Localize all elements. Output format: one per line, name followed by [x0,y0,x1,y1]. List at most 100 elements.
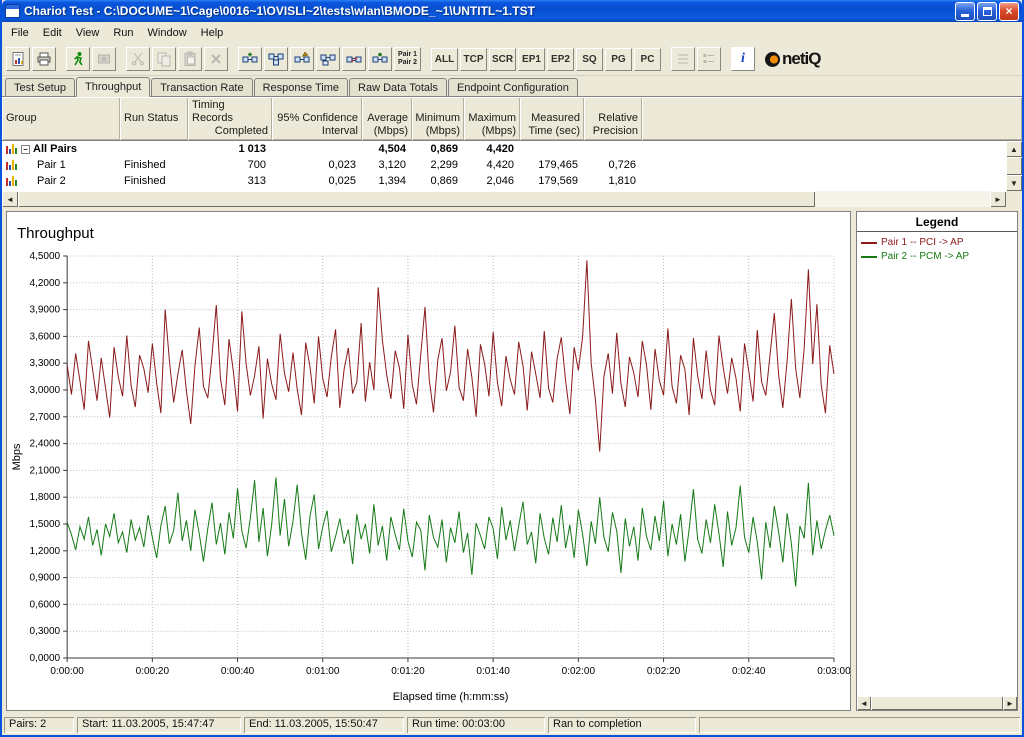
maximum-cell: 4,420 [464,157,520,173]
menu-view[interactable]: View [69,24,107,42]
pair-numbers-button[interactable]: Pair 1 Pair 2 [394,47,421,71]
paste-button[interactable] [178,47,202,71]
scroll-left-icon[interactable]: ◄ [857,696,871,710]
copy-button[interactable] [152,47,176,71]
cut-button[interactable] [126,47,150,71]
tab-raw-data-totals[interactable]: Raw Data Totals [349,78,447,96]
swap-endpoints-button[interactable] [342,47,366,71]
close-icon: × [1005,4,1012,18]
scrollbar-thumb[interactable] [18,191,815,207]
title-bar[interactable]: Chariot Test - C:\DOCUME~1\Cage\0016~1\O… [2,0,1022,22]
table-row-pair-1[interactable]: Pair 1 Finished 700 0,023 3,120 2,299 4,… [2,157,1022,173]
svg-text:0,3000: 0,3000 [29,626,60,637]
svg-text:3,9000: 3,9000 [29,305,60,316]
svg-text:1,2000: 1,2000 [29,546,60,557]
tab-endpoint-configuration[interactable]: Endpoint Configuration [448,78,578,96]
menu-edit[interactable]: Edit [36,24,69,42]
menu-help[interactable]: Help [194,24,231,42]
view-button-pg[interactable]: PG [605,48,632,71]
run-test-button[interactable] [66,47,90,71]
records-cell: 313 [188,173,272,189]
svg-text:0:00:20: 0:00:20 [136,666,170,677]
print-icon [36,51,52,67]
info-icon: i [741,51,745,67]
measured-time-cell: 179,569 [520,173,584,189]
cut-icon [130,51,146,67]
view-button-sq[interactable]: SQ [576,48,603,71]
delete-button[interactable] [204,47,228,71]
menu-run[interactable]: Run [106,24,140,42]
tab-throughput[interactable]: Throughput [76,77,150,97]
svg-text:0,9000: 0,9000 [29,573,60,584]
maximum-cell: 2,046 [464,173,520,189]
svg-text:3,0000: 3,0000 [29,385,60,396]
list-view-button[interactable] [671,47,695,71]
menu-file[interactable]: File [4,24,36,42]
connect-endpoints-button[interactable] [368,47,392,71]
svg-text:1,8000: 1,8000 [29,492,60,503]
table-horizontal-scrollbar[interactable]: ◄ ► [2,191,1022,207]
scroll-right-icon[interactable]: ► [990,191,1006,207]
svg-text:0:02:40: 0:02:40 [732,666,766,677]
maximize-button[interactable] [977,2,997,21]
delete-icon [208,51,224,67]
details-view-button[interactable] [697,47,721,71]
scrollbar-corner [1006,191,1022,207]
add-group-button[interactable] [264,47,288,71]
minimize-button[interactable] [955,2,975,21]
close-button[interactable]: × [999,2,1019,21]
view-button-scr[interactable]: SCR [489,48,516,71]
scroll-right-icon[interactable]: ► [1003,696,1017,710]
view-button-all[interactable]: ALL [431,48,458,71]
scrollbar-thumb[interactable] [871,696,1003,710]
view-button-pc[interactable]: PC [634,48,661,71]
tab-test-setup[interactable]: Test Setup [5,78,75,96]
app-icon [5,4,20,18]
menu-window[interactable]: Window [141,24,194,42]
list-view-icon [675,51,691,67]
add-pair-button[interactable] [238,47,262,71]
svg-text:3,3000: 3,3000 [29,358,60,369]
scroll-down-icon[interactable]: ▼ [1006,175,1022,191]
svg-text:0:01:00: 0:01:00 [306,666,340,677]
add-group-icon [268,51,284,67]
status-bar: Pairs: 2 Start: 11.03.2005, 15:47:47 End… [2,715,1022,735]
collapse-expander-icon[interactable]: − [21,145,30,154]
scrollbar-thumb[interactable] [1006,157,1022,175]
print-button[interactable] [32,47,56,71]
average-cell: 1,394 [362,173,412,189]
table-row-pair-2[interactable]: Pair 2 Finished 313 0,025 1,394 0,869 2,… [2,173,1022,189]
view-button-ep2[interactable]: EP2 [547,48,574,71]
run-status-cell: Finished [120,157,188,173]
legend-item-pair-2[interactable]: Pair 2 -- PCM -> AP [861,251,1013,262]
tab-transaction-rate[interactable]: Transaction Rate [151,78,252,96]
report-button[interactable] [6,47,30,71]
column-header-confidence: 95% ConfidenceInterval [272,97,362,140]
scroll-up-icon[interactable]: ▲ [1006,141,1022,157]
maximize-icon [983,7,992,16]
view-button-tcp[interactable]: TCP [460,48,487,71]
svg-text:4,2000: 4,2000 [29,278,60,289]
table-vertical-scrollbar[interactable]: ▲ ▼ [1006,141,1022,191]
edit-pair-button[interactable] [290,47,314,71]
tab-response-time[interactable]: Response Time [254,78,348,96]
group-label: All Pairs [33,141,77,157]
column-header-average: Average(Mbps) [362,97,412,140]
average-cell: 3,120 [362,157,412,173]
info-button[interactable]: i [731,47,755,71]
legend-item-pair-1[interactable]: Pair 1 -- PCI -> AP [861,237,1013,248]
duplicate-pair-button[interactable] [316,47,340,71]
legend-horizontal-scrollbar[interactable]: ◄ ► [857,696,1017,710]
table-row-all-pairs[interactable]: − All Pairs 1 013 4,504 0,869 4,420 [2,141,1022,157]
throughput-chart-panel: 0,00000,30000,60000,90001,20001,50001,80… [6,211,851,711]
status-run-result: Ran to completion [548,717,696,733]
svg-text:Throughput: Throughput [17,225,95,242]
results-table-header: Group Run Status Timing RecordsCompleted… [2,97,1022,141]
stop-test-button[interactable] [92,47,116,71]
records-cell: 1 013 [188,141,272,157]
column-header-measured-time: MeasuredTime (sec) [520,97,584,140]
view-button-ep1[interactable]: EP1 [518,48,545,71]
scroll-left-icon[interactable]: ◄ [2,191,18,207]
group-label: Pair 2 [37,173,66,189]
column-header-maximum: Maximum(Mbps) [464,97,520,140]
